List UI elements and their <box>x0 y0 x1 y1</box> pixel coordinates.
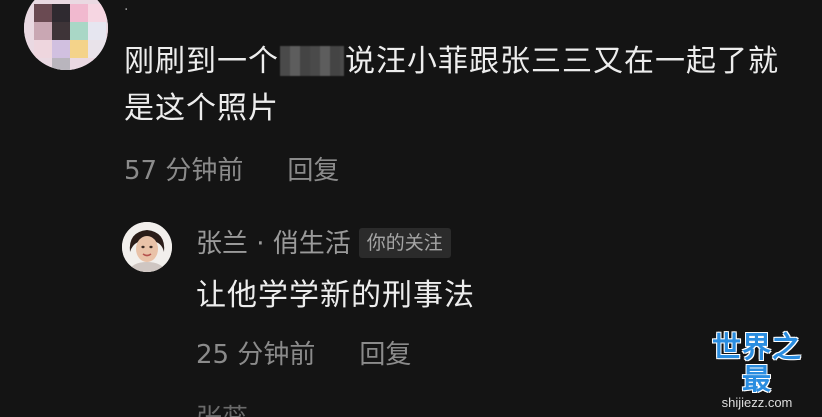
reply-avatar-graphic <box>122 222 172 272</box>
comment-username[interactable]: · <box>124 3 132 17</box>
comment-body: 刚刷到一个 说汪小菲跟张三三又在一起了就是这个照片 <box>124 38 804 132</box>
comment-timestamp: 57 分钟前 <box>124 156 244 186</box>
next-reply-author-partial: 张蕊 <box>196 404 256 417</box>
watermark-logo: 世界之最 <box>711 330 802 396</box>
following-badge: 你的关注 <box>358 228 451 258</box>
reply-meta: 25 分钟前 回复 <box>196 340 411 370</box>
reply-header: 张兰 · 俏生活 你的关注 <box>196 226 451 262</box>
pixelated-avatar-graphic <box>24 0 108 70</box>
reply-author[interactable]: 张兰 · 俏生活 <box>196 229 351 259</box>
censored-mask <box>280 46 344 76</box>
reply-timestamp: 25 分钟前 <box>196 340 316 370</box>
pixelated-avatar-icon[interactable] <box>24 0 108 70</box>
comment-thread: · 刚刷到一个 说汪小菲跟张三三又在一起了就是这个照片 57 分钟前 回复 张兰 ·… <box>0 0 822 417</box>
reply-reply-button[interactable]: 回复 <box>359 340 411 370</box>
user-avatar-icon[interactable] <box>122 222 172 272</box>
reply-body: 让他学学新的刑事法 <box>196 278 475 313</box>
comment-meta: 57 分钟前 回复 <box>124 156 339 186</box>
watermark-url: shijiezz.com <box>721 395 793 410</box>
comment-text-before: 刚刷到一个 <box>124 44 279 79</box>
comment-reply-button[interactable]: 回复 <box>287 156 339 186</box>
site-watermark: 世界之最 shijiezz.com <box>698 331 816 411</box>
